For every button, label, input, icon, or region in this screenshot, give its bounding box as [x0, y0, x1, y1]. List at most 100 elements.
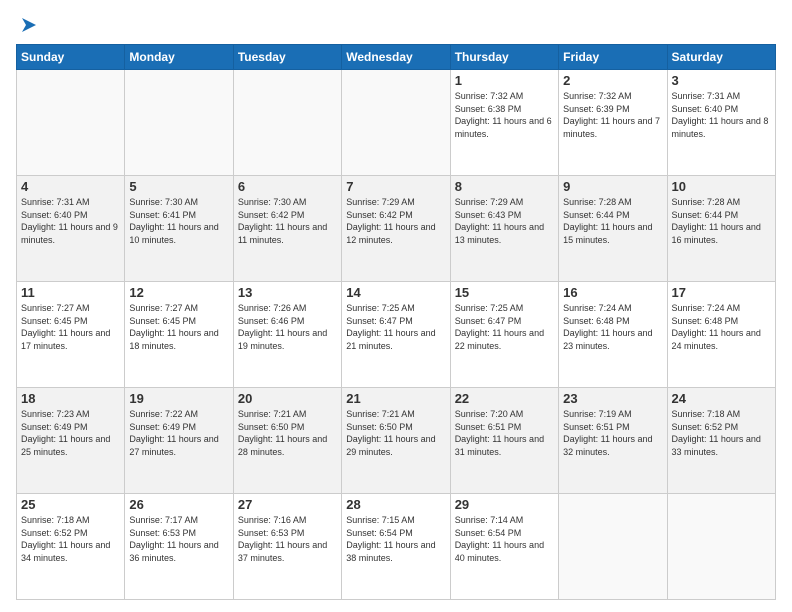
- day-info: Sunrise: 7:28 AM Sunset: 6:44 PM Dayligh…: [563, 196, 662, 246]
- week-row-4: 18 Sunrise: 7:23 AM Sunset: 6:49 PM Dayli…: [17, 388, 776, 494]
- day-info: Sunrise: 7:30 AM Sunset: 6:42 PM Dayligh…: [238, 196, 337, 246]
- day-info: Sunrise: 7:24 AM Sunset: 6:48 PM Dayligh…: [672, 302, 771, 352]
- day-cell: 28 Sunrise: 7:15 AM Sunset: 6:54 PM Dayli…: [342, 494, 450, 600]
- day-header-wednesday: Wednesday: [342, 45, 450, 70]
- day-number: 26: [129, 497, 228, 512]
- day-number: 2: [563, 73, 662, 88]
- day-info: Sunrise: 7:27 AM Sunset: 6:45 PM Dayligh…: [21, 302, 120, 352]
- day-cell: 9Sunrise: 7:28 AM Sunset: 6:44 PM Daylig…: [559, 176, 667, 282]
- day-cell: 18 Sunrise: 7:23 AM Sunset: 6:49 PM Dayli…: [17, 388, 125, 494]
- day-cell: [559, 494, 667, 600]
- day-cell: [233, 70, 341, 176]
- day-number: 10: [672, 179, 771, 194]
- day-info: Sunrise: 7:17 AM Sunset: 6:53 PM Dayligh…: [129, 514, 228, 564]
- day-cell: 21Sunrise: 7:21 AM Sunset: 6:50 PM Dayli…: [342, 388, 450, 494]
- day-cell: 10 Sunrise: 7:28 AM Sunset: 6:44 PM Dayli…: [667, 176, 775, 282]
- day-info: Sunrise: 7:18 AM Sunset: 6:52 PM Dayligh…: [21, 514, 120, 564]
- day-cell: 16 Sunrise: 7:24 AM Sunset: 6:48 PM Dayli…: [559, 282, 667, 388]
- day-info: Sunrise: 7:31 AM Sunset: 6:40 PM Dayligh…: [672, 90, 771, 140]
- day-info: Sunrise: 7:25 AM Sunset: 6:47 PM Dayligh…: [455, 302, 554, 352]
- day-cell: [125, 70, 233, 176]
- day-info: Sunrise: 7:23 AM Sunset: 6:49 PM Dayligh…: [21, 408, 120, 458]
- day-number: 17: [672, 285, 771, 300]
- week-row-5: 25 Sunrise: 7:18 AM Sunset: 6:52 PM Dayli…: [17, 494, 776, 600]
- day-number: 24: [672, 391, 771, 406]
- day-header-thursday: Thursday: [450, 45, 558, 70]
- day-number: 16: [563, 285, 662, 300]
- day-cell: 23 Sunrise: 7:19 AM Sunset: 6:51 PM Dayli…: [559, 388, 667, 494]
- day-info: Sunrise: 7:20 AM Sunset: 6:51 PM Dayligh…: [455, 408, 554, 458]
- day-cell: 15 Sunrise: 7:25 AM Sunset: 6:47 PM Dayli…: [450, 282, 558, 388]
- week-row-1: 1Sunrise: 7:32 AM Sunset: 6:38 PM Daylig…: [17, 70, 776, 176]
- day-cell: 22Sunrise: 7:20 AM Sunset: 6:51 PM Dayli…: [450, 388, 558, 494]
- day-number: 20: [238, 391, 337, 406]
- day-info: Sunrise: 7:16 AM Sunset: 6:53 PM Dayligh…: [238, 514, 337, 564]
- day-number: 4: [21, 179, 120, 194]
- day-cell: 14 Sunrise: 7:25 AM Sunset: 6:47 PM Dayli…: [342, 282, 450, 388]
- day-number: 18: [21, 391, 120, 406]
- logo-arrow-icon: [18, 14, 40, 36]
- day-info: Sunrise: 7:29 AM Sunset: 6:42 PM Dayligh…: [346, 196, 445, 246]
- day-cell: 11 Sunrise: 7:27 AM Sunset: 6:45 PM Dayli…: [17, 282, 125, 388]
- day-header-monday: Monday: [125, 45, 233, 70]
- day-info: Sunrise: 7:15 AM Sunset: 6:54 PM Dayligh…: [346, 514, 445, 564]
- day-number: 11: [21, 285, 120, 300]
- day-info: Sunrise: 7:21 AM Sunset: 6:50 PM Dayligh…: [238, 408, 337, 458]
- day-info: Sunrise: 7:19 AM Sunset: 6:51 PM Dayligh…: [563, 408, 662, 458]
- day-cell: 4 Sunrise: 7:31 AM Sunset: 6:40 PM Daylig…: [17, 176, 125, 282]
- day-cell: 5 Sunrise: 7:30 AM Sunset: 6:41 PM Daylig…: [125, 176, 233, 282]
- day-cell: 17 Sunrise: 7:24 AM Sunset: 6:48 PM Dayli…: [667, 282, 775, 388]
- day-number: 13: [238, 285, 337, 300]
- day-number: 28: [346, 497, 445, 512]
- day-cell: 20 Sunrise: 7:21 AM Sunset: 6:50 PM Dayli…: [233, 388, 341, 494]
- day-number: 7: [346, 179, 445, 194]
- day-cell: 27 Sunrise: 7:16 AM Sunset: 6:53 PM Dayli…: [233, 494, 341, 600]
- day-cell: 13 Sunrise: 7:26 AM Sunset: 6:46 PM Dayli…: [233, 282, 341, 388]
- day-cell: 3 Sunrise: 7:31 AM Sunset: 6:40 PM Daylig…: [667, 70, 775, 176]
- day-info: Sunrise: 7:29 AM Sunset: 6:43 PM Dayligh…: [455, 196, 554, 246]
- calendar-header: SundayMondayTuesdayWednesdayThursdayFrid…: [17, 45, 776, 70]
- day-cell: [667, 494, 775, 600]
- day-number: 29: [455, 497, 554, 512]
- day-number: 27: [238, 497, 337, 512]
- day-cell: 1Sunrise: 7:32 AM Sunset: 6:38 PM Daylig…: [450, 70, 558, 176]
- day-header-friday: Friday: [559, 45, 667, 70]
- day-header-saturday: Saturday: [667, 45, 775, 70]
- day-number: 5: [129, 179, 228, 194]
- day-info: Sunrise: 7:30 AM Sunset: 6:41 PM Dayligh…: [129, 196, 228, 246]
- week-row-3: 11 Sunrise: 7:27 AM Sunset: 6:45 PM Dayli…: [17, 282, 776, 388]
- day-number: 12: [129, 285, 228, 300]
- day-cell: 25 Sunrise: 7:18 AM Sunset: 6:52 PM Dayli…: [17, 494, 125, 600]
- day-cell: 8 Sunrise: 7:29 AM Sunset: 6:43 PM Daylig…: [450, 176, 558, 282]
- calendar-body: 1Sunrise: 7:32 AM Sunset: 6:38 PM Daylig…: [17, 70, 776, 600]
- day-cell: 26 Sunrise: 7:17 AM Sunset: 6:53 PM Dayli…: [125, 494, 233, 600]
- day-number: 8: [455, 179, 554, 194]
- day-header-sunday: Sunday: [17, 45, 125, 70]
- day-info: Sunrise: 7:32 AM Sunset: 6:39 PM Dayligh…: [563, 90, 662, 140]
- day-info: Sunrise: 7:25 AM Sunset: 6:47 PM Dayligh…: [346, 302, 445, 352]
- day-number: 14: [346, 285, 445, 300]
- calendar-table: SundayMondayTuesdayWednesdayThursdayFrid…: [16, 44, 776, 600]
- day-number: 3: [672, 73, 771, 88]
- day-cell: 7 Sunrise: 7:29 AM Sunset: 6:42 PM Daylig…: [342, 176, 450, 282]
- day-info: Sunrise: 7:28 AM Sunset: 6:44 PM Dayligh…: [672, 196, 771, 246]
- day-cell: 12 Sunrise: 7:27 AM Sunset: 6:45 PM Dayli…: [125, 282, 233, 388]
- logo: [16, 12, 40, 36]
- day-cell: [342, 70, 450, 176]
- day-number: 6: [238, 179, 337, 194]
- day-info: Sunrise: 7:31 AM Sunset: 6:40 PM Dayligh…: [21, 196, 120, 246]
- day-info: Sunrise: 7:24 AM Sunset: 6:48 PM Dayligh…: [563, 302, 662, 352]
- day-header-tuesday: Tuesday: [233, 45, 341, 70]
- day-number: 15: [455, 285, 554, 300]
- day-cell: 24Sunrise: 7:18 AM Sunset: 6:52 PM Dayli…: [667, 388, 775, 494]
- day-number: 1: [455, 73, 554, 88]
- day-cell: 19Sunrise: 7:22 AM Sunset: 6:49 PM Dayli…: [125, 388, 233, 494]
- week-row-2: 4 Sunrise: 7:31 AM Sunset: 6:40 PM Daylig…: [17, 176, 776, 282]
- day-number: 25: [21, 497, 120, 512]
- day-cell: 29Sunrise: 7:14 AM Sunset: 6:54 PM Dayli…: [450, 494, 558, 600]
- day-info: Sunrise: 7:26 AM Sunset: 6:46 PM Dayligh…: [238, 302, 337, 352]
- day-info: Sunrise: 7:21 AM Sunset: 6:50 PM Dayligh…: [346, 408, 445, 458]
- day-number: 23: [563, 391, 662, 406]
- day-info: Sunrise: 7:22 AM Sunset: 6:49 PM Dayligh…: [129, 408, 228, 458]
- day-info: Sunrise: 7:27 AM Sunset: 6:45 PM Dayligh…: [129, 302, 228, 352]
